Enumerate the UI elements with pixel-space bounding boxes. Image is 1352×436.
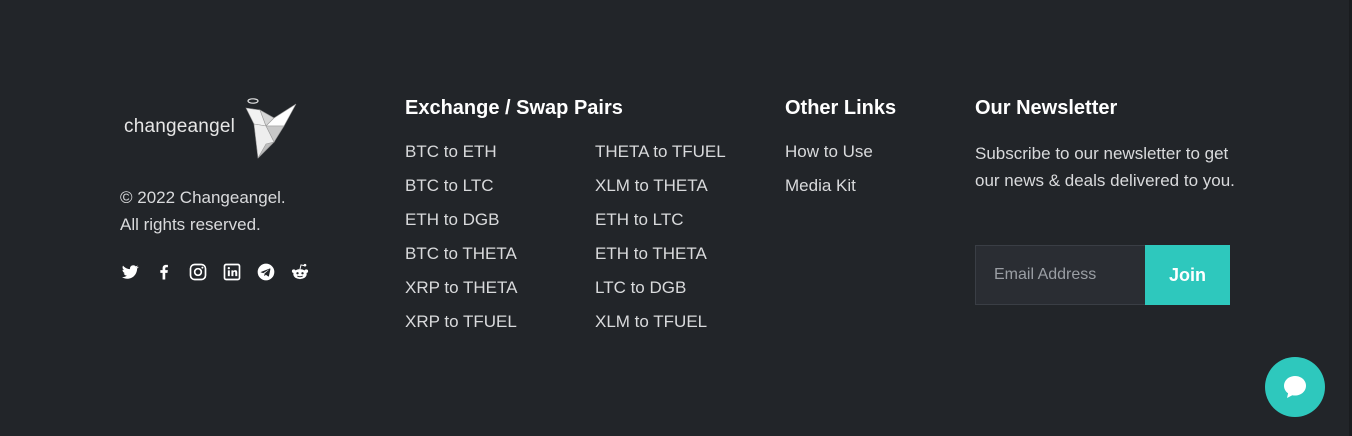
pairs-heading: Exchange / Swap Pairs xyxy=(405,97,623,119)
twitter-link[interactable] xyxy=(120,262,140,282)
social-links xyxy=(120,262,310,282)
newsletter-description: Subscribe to our newsletter to get our n… xyxy=(975,144,1235,190)
media-kit-link[interactable]: Media Kit xyxy=(785,174,873,208)
angel-bird-icon xyxy=(245,98,297,159)
reddit-icon xyxy=(291,263,309,280)
pair-link[interactable]: BTC to THETA xyxy=(405,242,517,276)
rights-line: All rights reserved. xyxy=(120,215,261,234)
pair-link[interactable]: THETA to TFUEL xyxy=(595,140,726,174)
how-to-use-link[interactable]: How to Use xyxy=(785,140,873,174)
pair-link[interactable]: ETH to LTC xyxy=(595,208,726,242)
other-links-heading: Other Links xyxy=(785,97,897,119)
pair-link[interactable]: LTC to DGB xyxy=(595,276,726,310)
chat-bubble-icon xyxy=(1284,376,1306,398)
pair-link[interactable]: ETH to DGB xyxy=(405,208,517,242)
telegram-icon xyxy=(257,263,275,281)
pair-link[interactable]: ETH to THETA xyxy=(595,242,726,276)
newsletter-heading: Our Newsletter xyxy=(975,97,1118,119)
brand-column: changeangel © 2022 Changeangel. All righ… xyxy=(120,96,320,281)
twitter-icon xyxy=(121,265,139,279)
logo-text: changeangel xyxy=(124,116,236,137)
copyright: © 2022 Changeangel. All rights reserved. xyxy=(120,184,286,238)
pair-link[interactable]: XLM to TFUEL xyxy=(595,310,726,344)
linkedin-link[interactable] xyxy=(222,262,242,282)
chat-button[interactable] xyxy=(1265,357,1325,417)
copyright-line: © 2022 Changeangel. xyxy=(120,188,286,207)
facebook-link[interactable] xyxy=(154,262,174,282)
pair-link[interactable]: XLM to THETA xyxy=(595,174,726,208)
other-links-list: How to Use Media Kit xyxy=(785,140,873,208)
logo[interactable]: changeangel xyxy=(120,96,320,162)
telegram-link[interactable] xyxy=(256,262,276,282)
facebook-icon xyxy=(160,264,168,280)
email-input[interactable] xyxy=(975,245,1145,305)
instagram-icon xyxy=(189,263,207,281)
pairs-list-left: BTC to ETH BTC to LTC ETH to DGB BTC to … xyxy=(405,140,517,344)
linkedin-icon xyxy=(223,263,241,281)
pair-link[interactable]: BTC to ETH xyxy=(405,140,517,174)
instagram-link[interactable] xyxy=(188,262,208,282)
pair-link[interactable]: XRP to THETA xyxy=(405,276,517,310)
join-button[interactable]: Join xyxy=(1145,245,1230,305)
newsletter-form: Join xyxy=(975,245,1230,305)
pair-link[interactable]: XRP to TFUEL xyxy=(405,310,517,344)
reddit-link[interactable] xyxy=(290,262,310,282)
pairs-list-right: THETA to TFUEL XLM to THETA ETH to LTC E… xyxy=(595,140,726,344)
pair-link[interactable]: BTC to LTC xyxy=(405,174,517,208)
